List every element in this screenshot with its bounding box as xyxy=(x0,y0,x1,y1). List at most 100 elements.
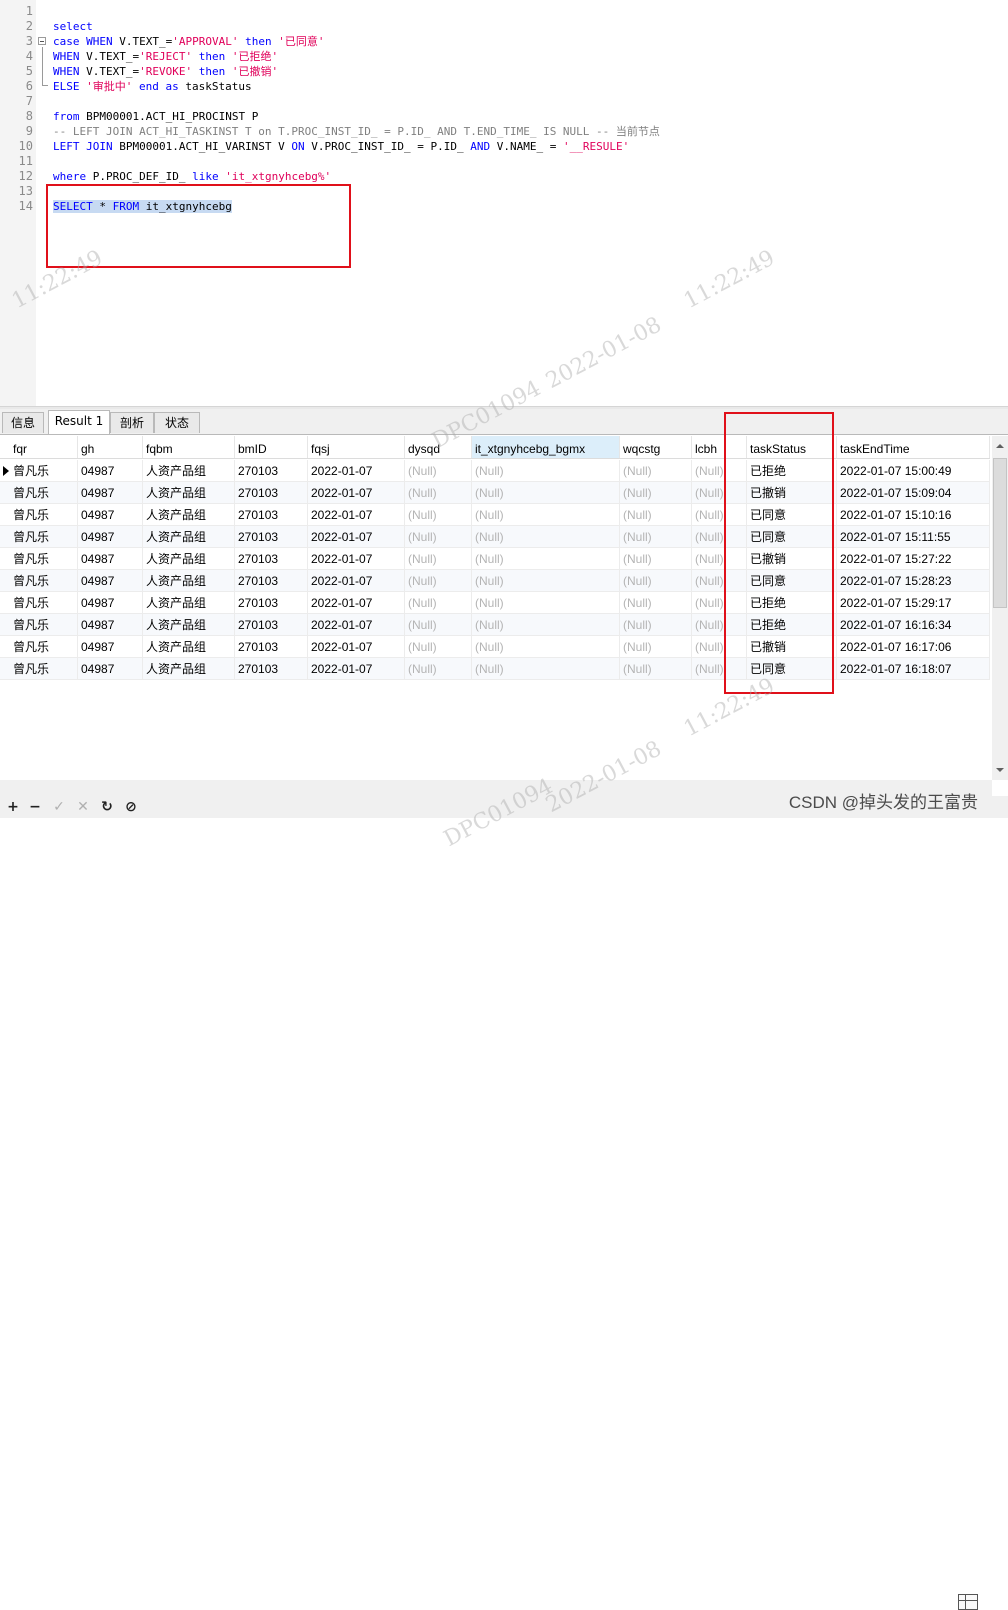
grid-view-icon[interactable] xyxy=(958,1594,978,1610)
apply-changes-icon[interactable]: ✓ xyxy=(50,798,68,816)
delete-record-icon[interactable]: − xyxy=(26,798,44,816)
table-cell-dysqd[interactable]: (Null) xyxy=(405,548,472,570)
table-row[interactable]: 曾凡乐 04987 人资产品组 270103 2022-01-07 (Null) (Null… xyxy=(0,658,990,680)
scroll-up-arrow-icon[interactable] xyxy=(992,438,1008,454)
table-cell-bmID[interactable]: 270103 xyxy=(235,482,308,504)
code-line[interactable]: 10 LEFT JOIN BPM00001.ACT_HI_VARINST V ON… xyxy=(0,139,1008,154)
table-cell-it_xtgnyhcebg_bgmx[interactable]: (Null) xyxy=(472,526,620,548)
column-header-it_xtgnyhcebg_bgmx[interactable]: it_xtgnyhcebg_bgmx xyxy=(472,436,620,458)
table-cell-wqcstg[interactable]: (Null) xyxy=(620,504,692,526)
table-cell-fqr[interactable]: 曾凡乐 xyxy=(10,482,78,504)
code-line[interactable]: 1 xyxy=(0,4,1008,19)
table-cell-fqbm[interactable]: 人资产品组 xyxy=(143,482,235,504)
table-cell-fqr[interactable]: 曾凡乐 xyxy=(10,460,78,482)
table-cell-wqcstg[interactable]: (Null) xyxy=(620,614,692,636)
table-cell-gh[interactable]: 04987 xyxy=(78,658,143,680)
table-cell-gh[interactable]: 04987 xyxy=(78,636,143,658)
table-row[interactable]: 曾凡乐 04987 人资产品组 270103 2022-01-07 (Null) (Null… xyxy=(0,614,990,636)
table-cell-bmID[interactable]: 270103 xyxy=(235,526,308,548)
table-cell-taskEndTime[interactable]: 2022-01-07 16:17:06 xyxy=(837,636,990,658)
table-row[interactable]: 曾凡乐 04987 人资产品组 270103 2022-01-07 (Null) (Null… xyxy=(0,636,990,658)
column-header-gh[interactable]: gh xyxy=(78,436,143,458)
table-cell-it_xtgnyhcebg_bgmx[interactable]: (Null) xyxy=(472,482,620,504)
fold-toggle-icon[interactable] xyxy=(38,37,46,45)
tab-result-1[interactable]: Result 1 xyxy=(48,410,110,434)
code-line[interactable]: 11 xyxy=(0,154,1008,169)
stop-icon[interactable]: ⊘ xyxy=(122,798,140,816)
table-cell-it_xtgnyhcebg_bgmx[interactable]: (Null) xyxy=(472,592,620,614)
table-cell-dysqd[interactable]: (Null) xyxy=(405,636,472,658)
table-cell-it_xtgnyhcebg_bgmx[interactable]: (Null) xyxy=(472,548,620,570)
table-row[interactable]: 曾凡乐 04987 人资产品组 270103 2022-01-07 (Null) (Null… xyxy=(0,460,990,482)
vertical-scrollbar[interactable] xyxy=(992,436,1008,780)
column-header-fqbm[interactable]: fqbm xyxy=(143,436,235,458)
code-line[interactable]: 7 xyxy=(0,94,1008,109)
table-cell-wqcstg[interactable]: (Null) xyxy=(620,658,692,680)
code-line[interactable]: 4 WHEN V.TEXT_='REJECT' then '已拒绝' xyxy=(0,49,1008,64)
table-cell-gh[interactable]: 04987 xyxy=(78,460,143,482)
table-cell-fqbm[interactable]: 人资产品组 xyxy=(143,526,235,548)
table-cell-taskEndTime[interactable]: 2022-01-07 16:18:07 xyxy=(837,658,990,680)
code-line[interactable]: 3 case WHEN V.TEXT_='APPROVAL' then '已同意' xyxy=(0,34,1008,49)
table-cell-taskEndTime[interactable]: 2022-01-07 15:11:55 xyxy=(837,526,990,548)
table-cell-it_xtgnyhcebg_bgmx[interactable]: (Null) xyxy=(472,460,620,482)
table-cell-bmID[interactable]: 270103 xyxy=(235,504,308,526)
table-cell-taskEndTime[interactable]: 2022-01-07 15:28:23 xyxy=(837,570,990,592)
table-cell-bmID[interactable]: 270103 xyxy=(235,614,308,636)
table-cell-fqsj[interactable]: 2022-01-07 xyxy=(308,460,405,482)
table-row[interactable]: 曾凡乐 04987 人资产品组 270103 2022-01-07 (Null) (Null… xyxy=(0,592,990,614)
table-cell-bmID[interactable]: 270103 xyxy=(235,592,308,614)
table-cell-bmID[interactable]: 270103 xyxy=(235,636,308,658)
table-cell-gh[interactable]: 04987 xyxy=(78,526,143,548)
refresh-icon[interactable]: ↻ xyxy=(98,798,116,816)
table-cell-wqcstg[interactable]: (Null) xyxy=(620,592,692,614)
column-header-fqr[interactable]: fqr xyxy=(10,436,78,458)
table-cell-fqsj[interactable]: 2022-01-07 xyxy=(308,548,405,570)
table-cell-fqsj[interactable]: 2022-01-07 xyxy=(308,658,405,680)
vertical-scroll-thumb[interactable] xyxy=(993,458,1007,608)
table-cell-fqbm[interactable]: 人资产品组 xyxy=(143,460,235,482)
table-row[interactable]: 曾凡乐 04987 人资产品组 270103 2022-01-07 (Null) (Null… xyxy=(0,570,990,592)
table-cell-fqbm[interactable]: 人资产品组 xyxy=(143,614,235,636)
table-cell-bmID[interactable]: 270103 xyxy=(235,658,308,680)
table-row[interactable]: 曾凡乐 04987 人资产品组 270103 2022-01-07 (Null) (Null… xyxy=(0,548,990,570)
table-cell-fqsj[interactable]: 2022-01-07 xyxy=(308,592,405,614)
table-cell-gh[interactable]: 04987 xyxy=(78,504,143,526)
table-cell-fqsj[interactable]: 2022-01-07 xyxy=(308,482,405,504)
code-line[interactable]: 8 from BPM00001.ACT_HI_PROCINST P xyxy=(0,109,1008,124)
table-cell-gh[interactable]: 04987 xyxy=(78,614,143,636)
table-cell-dysqd[interactable]: (Null) xyxy=(405,526,472,548)
tab-profile[interactable]: 剖析 xyxy=(110,412,154,433)
table-cell-dysqd[interactable]: (Null) xyxy=(405,482,472,504)
table-cell-fqbm[interactable]: 人资产品组 xyxy=(143,636,235,658)
table-cell-dysqd[interactable]: (Null) xyxy=(405,504,472,526)
table-cell-fqsj[interactable]: 2022-01-07 xyxy=(308,614,405,636)
table-cell-taskEndTime[interactable]: 2022-01-07 15:29:17 xyxy=(837,592,990,614)
table-cell-taskEndTime[interactable]: 2022-01-07 15:27:22 xyxy=(837,548,990,570)
tab-status[interactable]: 状态 xyxy=(154,412,200,433)
code-line[interactable]: 12 where P.PROC_DEF_ID_ like 'it_xtgnyhce… xyxy=(0,169,1008,184)
result-grid[interactable]: fqr gh fqbm bmID fqsj dysqd it_xtgnyhcebg_bgmx… xyxy=(0,436,990,780)
table-cell-dysqd[interactable]: (Null) xyxy=(405,570,472,592)
table-cell-wqcstg[interactable]: (Null) xyxy=(620,548,692,570)
table-cell-gh[interactable]: 04987 xyxy=(78,548,143,570)
table-cell-dysqd[interactable]: (Null) xyxy=(405,614,472,636)
table-cell-it_xtgnyhcebg_bgmx[interactable]: (Null) xyxy=(472,504,620,526)
table-cell-fqbm[interactable]: 人资产品组 xyxy=(143,504,235,526)
table-cell-wqcstg[interactable]: (Null) xyxy=(620,526,692,548)
add-record-icon[interactable]: + xyxy=(4,798,22,816)
table-row[interactable]: 曾凡乐 04987 人资产品组 270103 2022-01-07 (Null) (Null… xyxy=(0,526,990,548)
table-cell-it_xtgnyhcebg_bgmx[interactable]: (Null) xyxy=(472,614,620,636)
table-cell-wqcstg[interactable]: (Null) xyxy=(620,636,692,658)
table-cell-fqr[interactable]: 曾凡乐 xyxy=(10,614,78,636)
table-cell-fqr[interactable]: 曾凡乐 xyxy=(10,592,78,614)
table-cell-fqr[interactable]: 曾凡乐 xyxy=(10,636,78,658)
table-cell-it_xtgnyhcebg_bgmx[interactable]: (Null) xyxy=(472,636,620,658)
tab-info[interactable]: 信息 xyxy=(2,412,44,433)
code-line[interactable]: 6 ELSE '审批中' end as taskStatus xyxy=(0,79,1008,94)
table-cell-fqr[interactable]: 曾凡乐 xyxy=(10,526,78,548)
table-cell-fqbm[interactable]: 人资产品组 xyxy=(143,592,235,614)
table-cell-wqcstg[interactable]: (Null) xyxy=(620,570,692,592)
table-row[interactable]: 曾凡乐 04987 人资产品组 270103 2022-01-07 (Null) (Null… xyxy=(0,482,990,504)
table-cell-fqsj[interactable]: 2022-01-07 xyxy=(308,526,405,548)
